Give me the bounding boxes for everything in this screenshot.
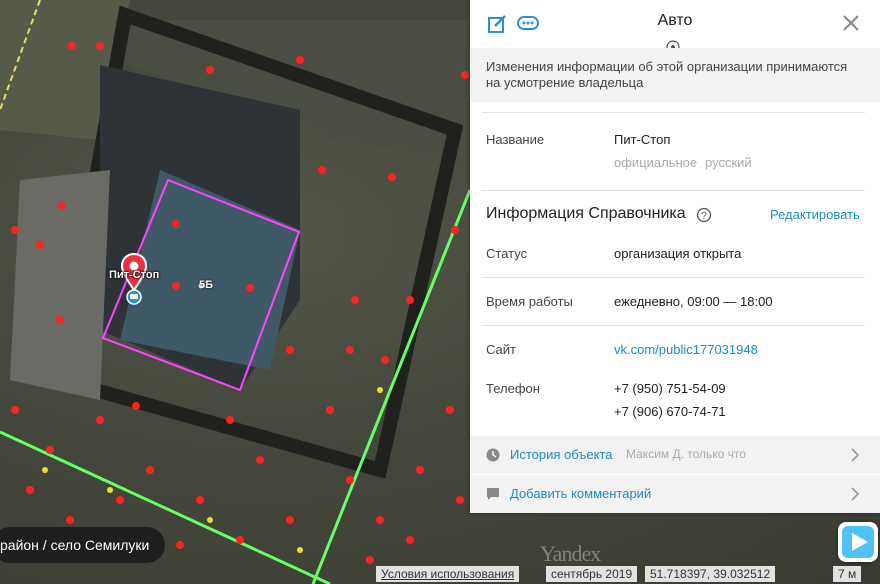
chevron-right-icon (851, 448, 860, 462)
name-label: Название (486, 132, 545, 147)
moderation-notice: Изменения информации об этой организации… (470, 48, 880, 102)
phone-2[interactable]: +7 (906) 670-74-71 (614, 404, 726, 419)
organization-panel: Авто Изменения информации об этой органи… (470, 0, 880, 513)
imagery-date: сентябрь 2019 (546, 566, 638, 582)
hours-label: Время работы (486, 294, 573, 309)
clock-icon (486, 448, 500, 462)
divider (482, 277, 865, 278)
phone-label: Телефон (486, 381, 540, 396)
site-label: Сайт (486, 342, 516, 357)
scale-label: 7 м (833, 566, 862, 582)
edit-link[interactable]: Редактировать (770, 207, 860, 222)
pin-label[interactable]: Пит-Стоп (109, 269, 159, 281)
navigation-button[interactable] (838, 522, 878, 562)
divider (482, 325, 865, 326)
terms-link[interactable]: Условия использования (376, 566, 520, 582)
panel-header: Авто (470, 0, 880, 54)
divider (482, 190, 865, 191)
comment-row[interactable]: Добавить комментарий (470, 475, 880, 513)
history-label[interactable]: История объекта (510, 447, 613, 462)
phone-1[interactable]: +7 (950) 751-54-09 (614, 381, 726, 396)
road-line (311, 189, 472, 584)
status-label: Статус (486, 246, 528, 261)
help-icon[interactable]: ? (696, 207, 712, 223)
history-row[interactable]: История объекта Максим Д. только что (470, 436, 880, 474)
comment-icon (487, 488, 499, 500)
comment-label[interactable]: Добавить комментарий (510, 486, 651, 501)
panel-title: Авто (657, 12, 693, 29)
divider (482, 112, 865, 113)
name-value[interactable]: Пит-Стоп (614, 132, 670, 147)
history-meta: Максим Д. только что (626, 447, 746, 461)
close-icon[interactable] (842, 14, 860, 32)
name-tag-language: русский (705, 155, 752, 170)
coordinates: 51.718397, 39.032512 (645, 566, 776, 582)
chevron-right-icon (851, 487, 860, 501)
svg-text:?: ? (701, 211, 707, 222)
site-link[interactable]: vk.com/public177031948 (614, 342, 758, 357)
name-tag-official: официальное (614, 155, 698, 170)
section-title: Информация Справочника (486, 205, 686, 222)
yandex-logo: Yandex (540, 541, 601, 566)
region-breadcrumb[interactable]: район / село Семилуки (0, 527, 166, 563)
hours-value[interactable]: ежедневно, 09:00 — 18:00 (614, 294, 773, 309)
navigation-icon (842, 526, 874, 558)
house-number-label: 5Б (199, 279, 214, 291)
status-value[interactable]: организация открыта (614, 246, 741, 261)
